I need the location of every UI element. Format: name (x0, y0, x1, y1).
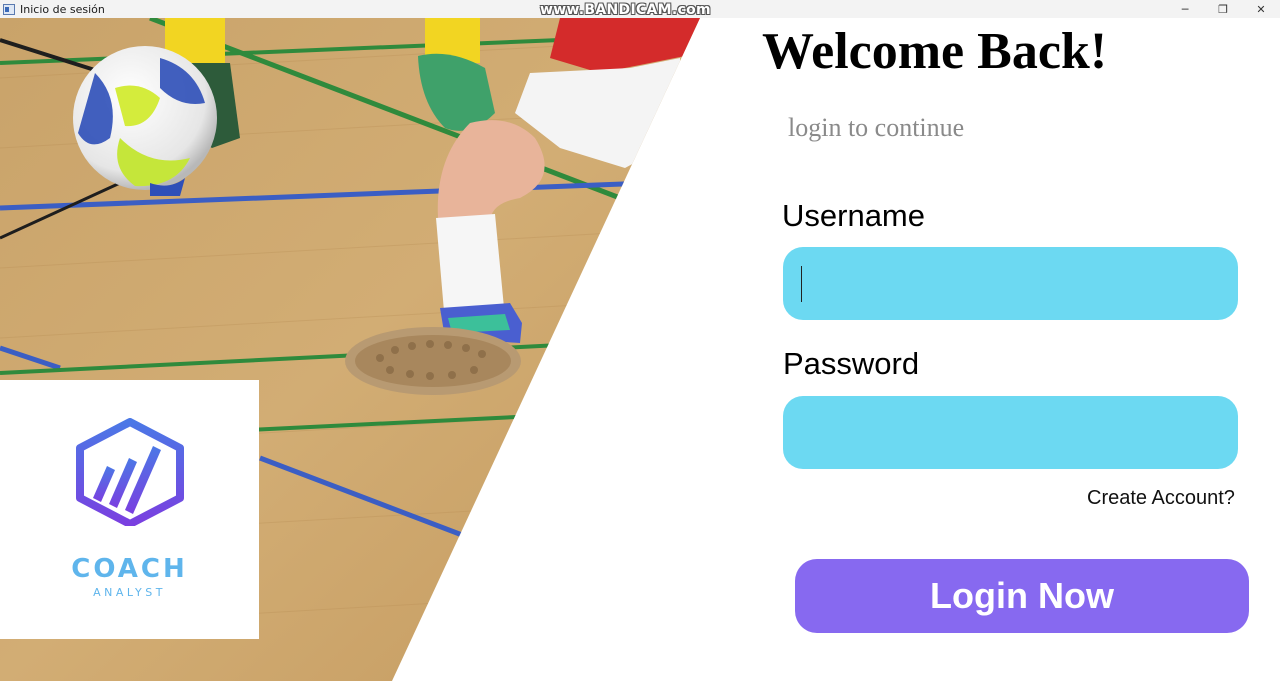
text-caret (801, 266, 802, 302)
restore-button[interactable]: ❐ (1204, 0, 1242, 18)
window-titlebar: Inicio de sesión www.BANDICAM.com ─ ❐ ✕ (0, 0, 1280, 18)
window-controls: ─ ❐ ✕ (1166, 0, 1280, 18)
minimize-button[interactable]: ─ (1166, 0, 1204, 18)
login-button[interactable]: Login Now (795, 559, 1249, 633)
username-input[interactable] (783, 247, 1238, 320)
password-label: Password (783, 346, 920, 381)
recording-watermark: www.BANDICAM.com (540, 2, 711, 18)
logo-subtitle: ANALYST (93, 586, 166, 599)
close-button[interactable]: ✕ (1242, 0, 1280, 18)
welcome-heading: Welcome Back! (762, 23, 1108, 80)
create-account-link[interactable]: Create Account? (1087, 487, 1235, 510)
coach-analyst-logo-icon (71, 418, 189, 531)
welcome-subheading: login to continue (788, 113, 965, 142)
password-input[interactable] (783, 396, 1238, 469)
app-icon (3, 3, 15, 15)
logo-title: COACH (71, 554, 188, 584)
window-title: Inicio de sesión (20, 2, 105, 16)
username-label: Username (782, 198, 925, 233)
